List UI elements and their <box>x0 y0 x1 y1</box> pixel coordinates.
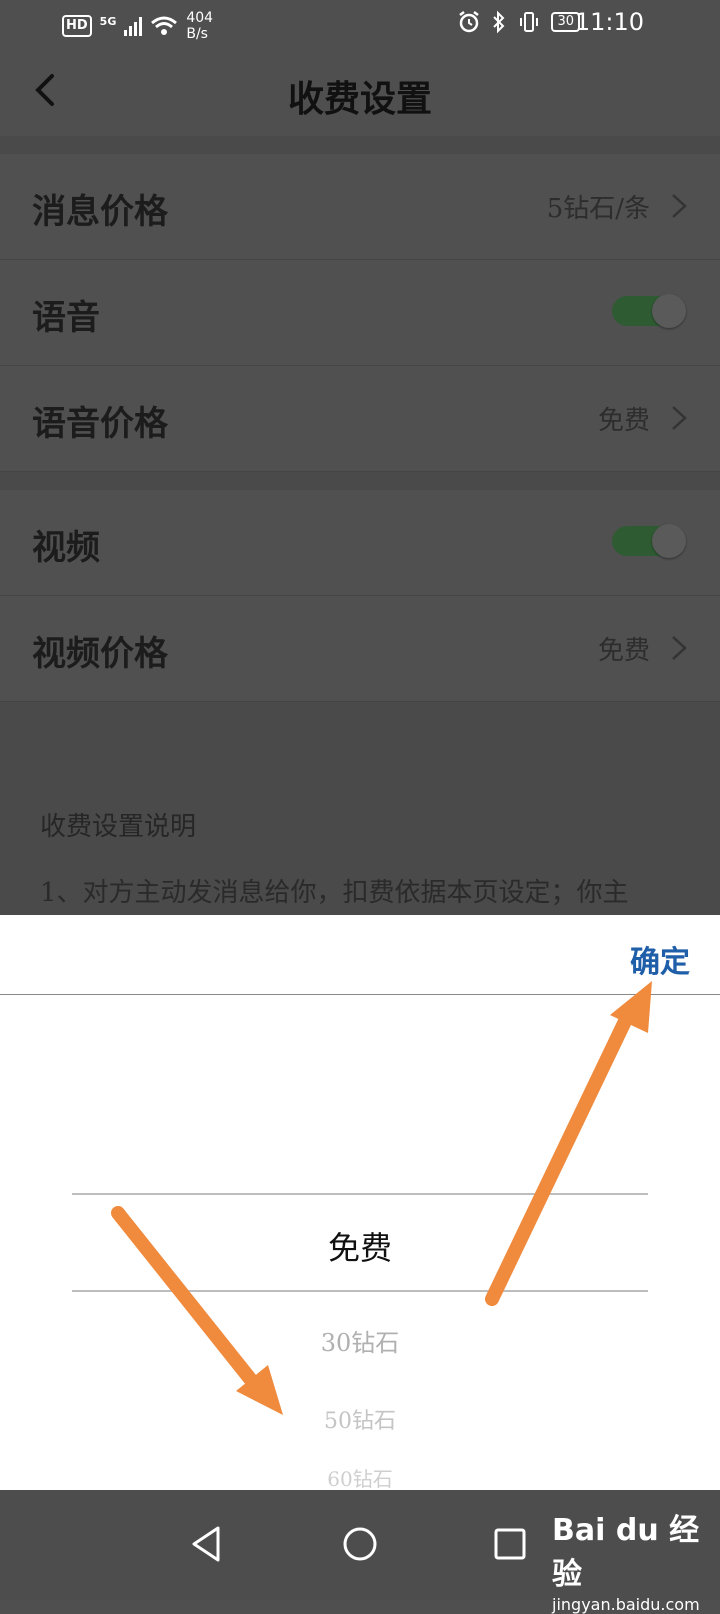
title-bar: 收费设置 <box>0 48 720 136</box>
vibrate-icon <box>520 12 539 32</box>
section-gap <box>0 136 720 154</box>
toggle-knob <box>652 294 686 328</box>
picker-option[interactable]: 30钻石 <box>0 1323 720 1358</box>
status-left: HD 5G 404 B/s <box>62 10 213 42</box>
chevron-right-icon <box>672 406 687 430</box>
nav-home-icon[interactable] <box>330 1514 390 1574</box>
alarm-icon <box>459 11 480 33</box>
picker-selection-line-bottom <box>72 1290 648 1292</box>
watermark-url: jingyan.baidu.com <box>552 1595 700 1614</box>
nav-recents-icon[interactable] <box>480 1514 540 1574</box>
hd-indicator: HD <box>62 15 92 37</box>
chevron-right-icon <box>672 194 687 218</box>
row-label: 语音价格 <box>32 404 168 444</box>
row-label: 视频价格 <box>32 634 168 674</box>
picker-option[interactable]: 60钻石 <box>0 1463 720 1490</box>
status-time: 11:10 <box>574 8 644 36</box>
picker-option-selected[interactable]: 免费 <box>0 1223 720 1269</box>
wifi-icon <box>151 16 178 35</box>
description-title: 收费设置说明 <box>40 812 197 842</box>
signal-icon <box>124 16 143 36</box>
page-title: 收费设置 <box>287 78 432 120</box>
bluetooth-icon <box>493 10 505 34</box>
network-speed-unit: B/s <box>186 26 208 42</box>
baidu-watermark: Bai du 经验 jingyan.baidu.com <box>552 1505 720 1614</box>
picker-selection-line-top <box>72 1193 648 1195</box>
row-label: 消息价格 <box>32 192 168 232</box>
row-value: 5钻石/条 <box>546 194 650 224</box>
nav-back-icon[interactable] <box>176 1514 236 1574</box>
row-value: 免费 <box>597 406 650 436</box>
description-text: 1、对方主动发消息给你，扣费依据本页设定；你主 <box>40 878 629 908</box>
chevron-right-icon <box>672 636 687 660</box>
toggle-knob <box>652 524 686 558</box>
confirm-button[interactable]: 确定 <box>630 937 690 981</box>
network-type: 5G <box>99 14 117 28</box>
watermark-brand: Bai du 经验 <box>552 1513 700 1592</box>
row-video: 视频 <box>0 490 720 596</box>
network-speed: 404 B/s <box>186 10 213 42</box>
video-toggle[interactable] <box>612 524 686 558</box>
row-value: 免费 <box>597 636 650 666</box>
row-voice: 语音 <box>0 260 720 366</box>
status-right: 30 <box>457 10 580 34</box>
picker-option[interactable]: 50钻石 <box>0 1403 720 1435</box>
row-label: 语音 <box>32 298 100 338</box>
status-bar: HD 5G 404 B/s 30 11:10 <box>0 0 720 48</box>
section-gap <box>0 472 720 490</box>
network-speed-value: 404 <box>186 10 214 26</box>
row-message-price[interactable]: 消息价格 5钻石/条 <box>0 154 720 260</box>
picker-header: 确定 <box>0 915 720 995</box>
row-label: 视频 <box>32 528 100 568</box>
row-video-price[interactable]: 视频价格 免费 <box>0 596 720 702</box>
price-picker-sheet: 确定 免费 30钻石 50钻石 60钻石 <box>0 915 720 1490</box>
row-voice-price[interactable]: 语音价格 免费 <box>0 366 720 472</box>
voice-toggle[interactable] <box>612 294 686 328</box>
